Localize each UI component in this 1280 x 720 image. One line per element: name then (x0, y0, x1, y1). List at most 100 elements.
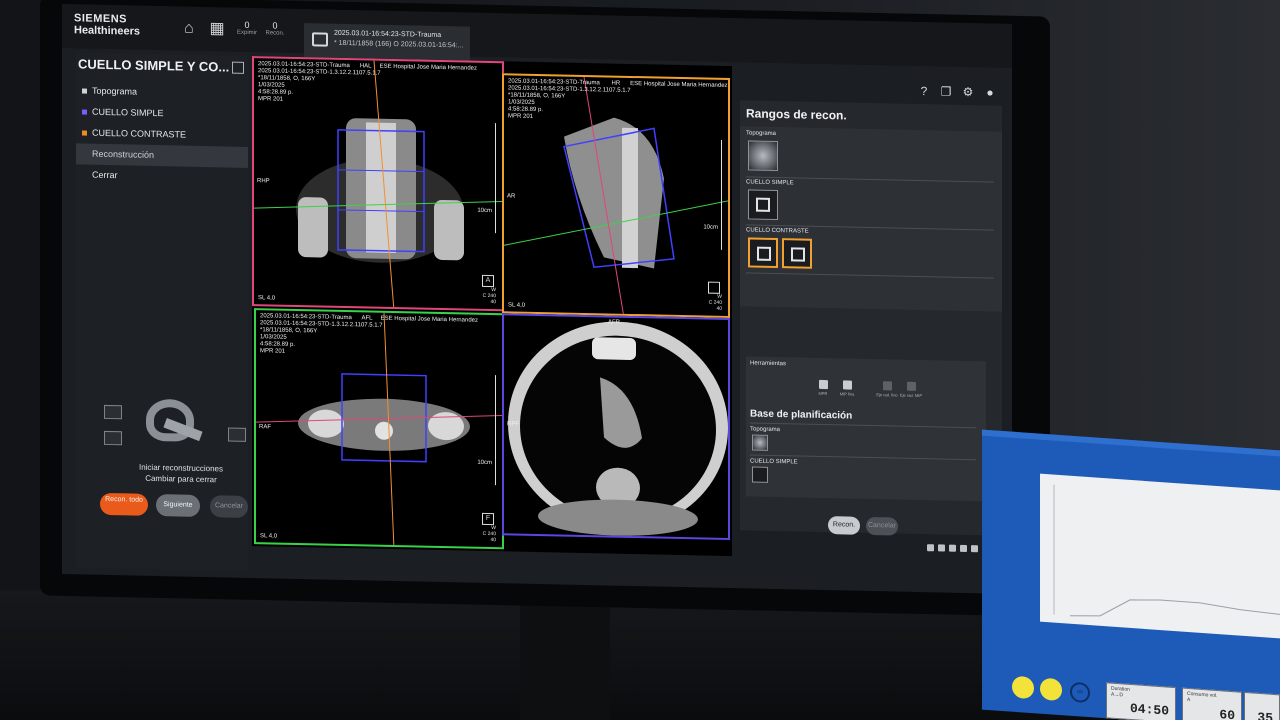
recon-button[interactable]: Recon. (828, 516, 860, 535)
recon-cube-icon (756, 197, 770, 212)
volume-box: Consumo vol. A 60 (1182, 687, 1242, 720)
workflow-title: CUELLO SIMPLE Y CO... (78, 56, 230, 75)
scale-bar (492, 375, 496, 486)
planning-topograma-thumb[interactable] (752, 434, 768, 451)
tool-eje-rad-mip[interactable]: Eje rad. MIP (896, 381, 926, 399)
table-in-icon[interactable] (104, 404, 122, 420)
recon-counter[interactable]: 0 Recon. (260, 20, 290, 37)
cancel-button[interactable]: Cancelar (210, 495, 248, 518)
scale-label: 10cm (477, 459, 492, 467)
recon-all-button[interactable]: Recon. todo (100, 492, 148, 516)
tool-label: Eje rad. fino (876, 392, 898, 398)
workflow-menu-icon[interactable] (232, 61, 244, 74)
mip-icon (842, 380, 852, 390)
section-contraste-label: CUELLO CONTRASTE (746, 227, 809, 235)
top-right-icons: ? ❐ ⚙ ● (918, 84, 996, 100)
contraste-recon-thumbnail-1[interactable] (748, 237, 778, 269)
orientation-label-top: AFR (608, 319, 620, 326)
recon-cube-icon (757, 246, 771, 261)
wl-values: 240 40 (713, 299, 722, 312)
secondary-volume-box: 35 (1244, 691, 1280, 720)
user-icon[interactable]: ● (984, 85, 996, 99)
expimir-counter[interactable]: 0 Expimir (232, 20, 262, 37)
planning-simple-thumb[interactable] (752, 466, 768, 483)
section-topograma-label: Topograma (746, 130, 777, 138)
expimir-count: 0 (244, 19, 250, 30)
recon-ranges-list: Topograma CUELLO SIMPLE CUELLO CONTRASTE (740, 126, 1002, 312)
recon-ranges-panel: Rangos de recon. Topograma CUELLO SIMPLE… (740, 100, 1002, 536)
tray-icon[interactable] (938, 544, 945, 552)
tray-icon[interactable] (927, 544, 934, 552)
recon-count: 0 (272, 20, 278, 31)
slice-thickness: SL 4,0 (508, 302, 526, 309)
tool-label: MPR (818, 390, 828, 397)
tool-mip-fina[interactable]: MIP fina (832, 380, 862, 397)
viewport-sagittal[interactable]: 2025.03.01-16:54:23-STD-Trauma HR ESE Ho… (502, 73, 730, 319)
layout-icon[interactable] (708, 281, 720, 294)
gear-icon[interactable]: ⚙ (962, 85, 974, 99)
patient-icon[interactable]: ▦ (208, 20, 226, 37)
volume-caption: Consumo vol. A (1187, 690, 1218, 704)
divider (750, 422, 976, 429)
cancel-recon-button[interactable]: Cancelar (866, 516, 898, 536)
tree-label: CUELLO SIMPLE (92, 106, 164, 119)
contraste-swatch (82, 130, 87, 136)
injector-ring-icon[interactable]: 00 (1070, 681, 1090, 704)
viewport-header: 2025.03.01-16:54:23-STD-Trauma HAL ESE H… (258, 61, 477, 103)
home-icon[interactable]: ⌂ (180, 20, 198, 37)
tools-label: Herramientas (750, 360, 787, 368)
duration-box: Duration A→D 04:50 (1106, 682, 1176, 720)
orientation-label: RAF (259, 424, 271, 431)
orientation-cube-icon[interactable]: A (482, 274, 494, 288)
exam-tab-line2: * 18/11/1858 (166) O 2025.03.01-16:54:..… (334, 39, 464, 50)
tray-icon[interactable] (960, 544, 967, 553)
duration-value: 04:50 (1129, 700, 1169, 719)
exam-task-tab[interactable]: 2025.03.01-16:54:23-STD-Trauma * 18/11/1… (304, 23, 470, 61)
topograma-thumbnail[interactable] (748, 140, 778, 172)
orientation-cube-icon[interactable]: F (482, 512, 494, 526)
planning-simple-label: CUELLO SIMPLE (750, 458, 798, 466)
radial-mip-icon (906, 381, 916, 391)
tool-label: MIP fina (839, 391, 855, 397)
section-simple-label: CUELLO SIMPLE (746, 179, 794, 187)
window-level: W C 240 40 (483, 525, 496, 543)
next-button[interactable]: Siguiente (156, 494, 200, 517)
viewport-coronal[interactable]: 2025.03.01-16:54:23-STD-Trauma HAL ESE H… (252, 56, 504, 312)
tree-label: Reconstrucción (92, 148, 155, 160)
viewport-3d[interactable]: AFR RPF (502, 313, 730, 541)
scale-bar (718, 139, 722, 250)
windows-icon[interactable]: ❐ (940, 84, 952, 98)
tray-icon[interactable] (949, 544, 956, 552)
window-level: W C 240 40 (709, 294, 722, 312)
simple-swatch (82, 109, 87, 115)
viewport-header: 2025.03.01-16:54:23-STD-Trauma AFL ESE H… (260, 313, 478, 355)
wl-values: 240 40 (487, 292, 496, 306)
injector-pressure-curve (1053, 484, 1280, 617)
secondary-volume-value: 35 (1257, 709, 1273, 720)
radial-icon (882, 381, 892, 391)
brand-line2: Healthineers (74, 24, 141, 38)
wl-values: 240 40 (487, 530, 496, 544)
tree-item-cerrar[interactable]: Cerrar (76, 164, 248, 189)
table-out-icon[interactable] (104, 430, 122, 446)
exam-tab-line1: 2025.03.01-16:54:23-STD-Trauma (334, 29, 442, 39)
monitor-screen: SIEMENS Healthineers ⌂ ▦ 0 Expimir 0 Rec… (62, 4, 1012, 594)
help-icon[interactable]: ? (918, 84, 930, 98)
tree-label: Topograma (92, 85, 138, 97)
duration-caption: Duration A→D (1111, 685, 1130, 699)
tray-icon[interactable] (971, 545, 978, 553)
syringe-b-indicator (1040, 677, 1062, 702)
tree-label: Cerrar (92, 169, 118, 181)
recon-cube-icon (791, 247, 805, 262)
tools-panel: Herramientas MPR MIP fina Eje rad. fino … (746, 356, 986, 502)
monitor-stand (520, 590, 610, 720)
workflow-tree: Topograma CUELLO SIMPLE CUELLO CONTRASTE… (76, 80, 248, 189)
scanner-move-icon[interactable] (228, 427, 246, 442)
siemens-logo: SIEMENS Healthineers (74, 12, 140, 37)
viewport-axial[interactable]: 2025.03.01-16:54:23-STD-Trauma AFL ESE H… (254, 308, 504, 550)
status-message: Iniciar reconstrucciones Cambiar para ce… (116, 461, 246, 486)
contraste-recon-thumbnail-2[interactable] (782, 238, 812, 269)
simple-recon-thumbnail[interactable] (748, 189, 778, 221)
orientation-label: RPF (507, 421, 519, 428)
volume-value: 60 (1219, 707, 1235, 720)
